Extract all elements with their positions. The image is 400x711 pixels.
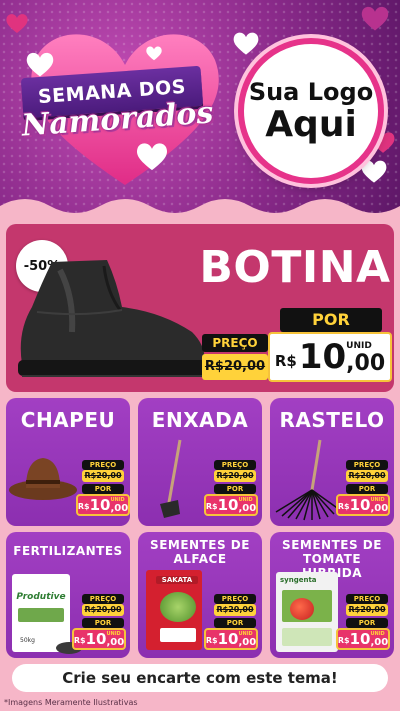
new-price: R$ 10 UNID ,00	[204, 628, 258, 650]
new-price-integer: 10	[85, 630, 107, 648]
new-price: R$ 10 UNID ,00	[76, 494, 130, 516]
product-card-enxada[interactable]: ENXADA PREÇO R$20,00 POR R$ 10 UNID ,00	[138, 398, 262, 526]
logo-text-line1: Sua Logo	[248, 78, 374, 107]
preco-label: PREÇO	[82, 594, 124, 604]
new-price-cents: ,00	[370, 502, 389, 514]
new-price-integer: 10	[298, 337, 347, 377]
old-price: R$20,00	[346, 604, 388, 616]
unit-label: UNID	[346, 340, 372, 351]
old-price-value: R$20,00	[84, 605, 122, 614]
new-price-cents: ,00	[110, 502, 129, 514]
new-price-currency: R$	[337, 636, 350, 645]
alface-brand: SAKATA	[156, 576, 198, 584]
new-price-integer: 10	[349, 630, 371, 648]
new-price-currency: R$	[205, 636, 218, 645]
boot-image	[18, 260, 206, 377]
new-price-cents: ,00	[106, 636, 125, 648]
preco-label: PREÇO	[346, 460, 388, 470]
por-label: POR	[280, 308, 382, 332]
new-price-cents: ,00	[346, 350, 386, 376]
new-price-currency: R$	[274, 352, 297, 370]
old-price-value: R$20,00	[216, 605, 254, 614]
featured-title: BOTINA	[199, 242, 391, 293]
old-price: R$20,00	[214, 470, 256, 482]
new-price-integer: 10	[349, 496, 371, 514]
preco-label: PREÇO	[82, 460, 124, 470]
product-card-fertilizantes[interactable]: FERTILIZANTES Produtive 50kg PREÇO R$20,…	[6, 532, 130, 658]
heart-icon	[361, 6, 389, 31]
new-price-cents: ,00	[370, 636, 389, 648]
heart-icon	[26, 52, 54, 77]
preco-label: PREÇO	[214, 594, 256, 604]
old-price-value: R$20,00	[216, 471, 254, 480]
heart-icon	[146, 46, 162, 61]
new-price: R$ 10 UNID ,00	[72, 628, 126, 650]
logo-text-line2: Aqui	[265, 104, 357, 146]
new-price-currency: R$	[77, 502, 90, 511]
por-label: POR	[346, 618, 388, 628]
fertilizer-brand: Produtive	[16, 592, 66, 602]
old-price: R$20,00	[202, 354, 268, 380]
logo-placeholder[interactable]: Sua Logo Aqui	[238, 38, 384, 184]
cta-banner[interactable]: Crie seu encarte com este tema!	[12, 664, 388, 692]
por-label: POR	[346, 484, 388, 494]
product-title: ENXADA	[151, 408, 249, 432]
old-price: R$20,00	[346, 470, 388, 482]
product-card-chapeu[interactable]: CHAPEU PREÇO R$20,00 POR R$ 10 UNID ,00	[6, 398, 130, 526]
fertilizer-weight: 50kg	[20, 637, 35, 644]
new-price: R$ 10 UNID ,00	[204, 494, 258, 516]
heart-icon	[6, 14, 28, 33]
old-price: R$20,00	[214, 604, 256, 616]
old-price: R$20,00	[82, 470, 124, 482]
preco-label: PREÇO	[346, 594, 388, 604]
new-price: R$ 10 UNID ,00	[336, 628, 390, 650]
disclaimer-text: *Imagens Meramente Ilustrativas	[4, 698, 138, 707]
old-price-value: R$20,00	[348, 605, 386, 614]
header-banner: SEMANA DOS Namorados Sua Logo Aqui	[0, 0, 400, 220]
product-title: CHAPEU	[20, 408, 116, 432]
product-card-rastelo[interactable]: RASTELO PREÇO R$20,00 POR R$ 10 UNID ,00	[270, 398, 394, 526]
por-label: POR	[82, 484, 124, 494]
product-title: FERTILIZANTES	[13, 544, 123, 558]
por-label: POR	[214, 484, 256, 494]
old-price-value: R$20,00	[348, 471, 386, 480]
product-title: SEMENTES DE ALFACE	[150, 538, 250, 566]
new-price-currency: R$	[337, 502, 350, 511]
preco-label: PREÇO	[214, 460, 256, 470]
seed-packet-alface-image: SAKATA	[146, 570, 202, 650]
new-price-cents: ,00	[238, 636, 257, 648]
old-price-value: R$20,00	[204, 359, 266, 374]
preco-label: PREÇO	[202, 334, 268, 352]
por-label: POR	[82, 618, 124, 628]
product-card-sementes-tomate[interactable]: SEMENTES DE TOMATE HIBRIDA syngenta PREÇ…	[270, 532, 394, 658]
new-price-integer: 10	[217, 630, 239, 648]
rake-image	[275, 439, 341, 521]
fertilizer-bag-image: Produtive 50kg	[12, 574, 82, 654]
old-price-value: R$20,00	[84, 471, 122, 480]
featured-product-card[interactable]: -50% BOTINA PREÇO R$20,00 POR R$ 10 UNID…	[6, 224, 394, 392]
heart-icon	[361, 160, 387, 183]
heart-icon	[136, 143, 168, 171]
new-price-integer: 10	[89, 496, 111, 514]
seed-packet-tomate-image: syngenta	[276, 572, 338, 652]
product-card-sementes-alface[interactable]: SEMENTES DE ALFACE SAKATA PREÇO R$20,00 …	[138, 532, 262, 658]
por-label: POR	[214, 618, 256, 628]
new-price-currency: R$	[205, 502, 218, 511]
hoe-image	[160, 439, 182, 518]
new-price: R$ 10 UNID ,00	[336, 494, 390, 516]
new-price-integer: 10	[217, 496, 239, 514]
heart-icon	[233, 32, 259, 55]
product-title: RASTELO	[279, 408, 385, 432]
banner-wave-divider	[0, 199, 400, 220]
hat-image	[9, 458, 77, 500]
tomate-brand: syngenta	[280, 576, 317, 584]
old-price: R$20,00	[82, 604, 124, 616]
new-price-cents: ,00	[238, 502, 257, 514]
new-price-currency: R$	[73, 636, 86, 645]
new-price: R$ 10 UNID ,00	[268, 332, 392, 382]
